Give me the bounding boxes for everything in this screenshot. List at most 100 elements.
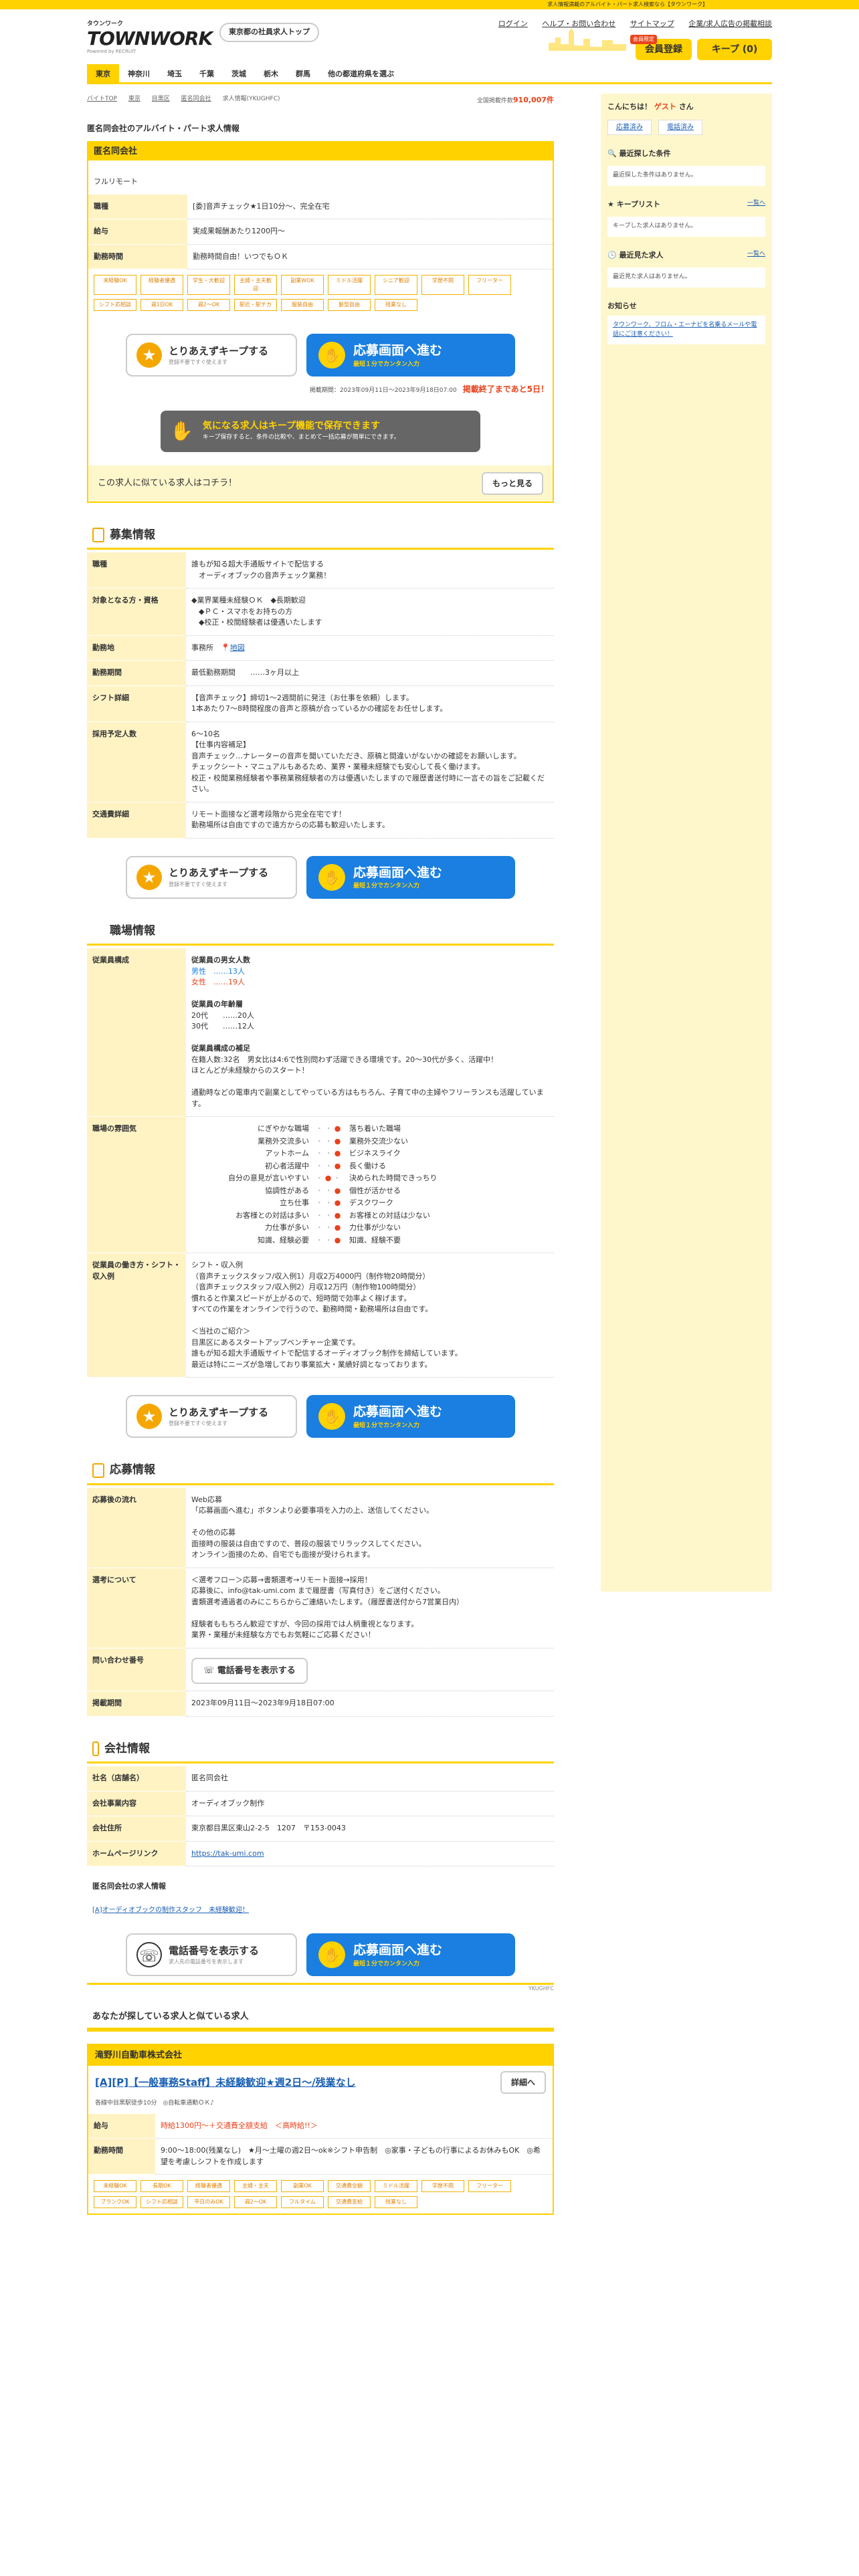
recent-jobs-empty: 最近見た求人はありません。 <box>607 267 765 288</box>
help-link[interactable]: ヘルプ・お問い合わせ <box>542 19 615 28</box>
mood-dots: ・・● <box>315 1124 343 1133</box>
map-link[interactable]: 地図 <box>230 643 245 652</box>
notice-link[interactable]: タウンワーク、フロム・エーナビを名乗るメールや電話にご注意ください！ <box>613 322 757 338</box>
star-icon: ★ <box>136 342 162 368</box>
feature-tag: 週2〜OK <box>234 2196 277 2208</box>
feature-tag: 学歴不問 <box>421 275 464 295</box>
feature-tag: 週2〜OK <box>187 299 230 311</box>
feature-tag: 平日のみOK <box>187 2196 230 2208</box>
job-code: YKUGHFC <box>87 1983 554 1993</box>
skyline-illustration <box>549 28 626 51</box>
breadcrumb: バイトTOP 東京 目黒区 匿名同会社 求人情報(YKUGHFC) 全国掲載件数… <box>87 95 554 106</box>
nav-tochigi[interactable]: 栃木 <box>255 64 287 82</box>
nav-ibaraki[interactable]: 茨城 <box>223 64 255 82</box>
site-header: タウンワーク TOWNWORK Powered by RECRUIT 東京都の社… <box>87 9 772 60</box>
header-links: ログイン ヘルプ・お問い合わせ サイトマップ 企業/求人広告の掲載相談 <box>486 19 772 30</box>
detail-button[interactable]: 詳細へ <box>500 2071 546 2094</box>
feature-tag: 主婦・主夫歓迎 <box>234 275 277 295</box>
feature-tag: 学歴不問 <box>421 2180 464 2192</box>
mood-right: 長く働ける <box>349 1161 386 1170</box>
related-tags: 未経験OK 長期OK 経験者優遇 主婦・主夫 副業OK 交通費全額 ミドル活躍 学歴不問 フリー… <box>88 2175 553 2214</box>
keep-job-button[interactable]: ★ とりあえずキープする 登録不要ですぐ使えます <box>126 1395 297 1438</box>
company-section-title: 会社情報 <box>87 1729 554 1763</box>
mood-dots: ・・● <box>315 1149 343 1158</box>
called-button[interactable]: 電話済み <box>658 119 702 135</box>
feature-tag: 副業WOK <box>281 275 324 295</box>
crumb-company[interactable]: 匿名同会社 <box>181 96 211 102</box>
mood-right: 落ち着いた職場 <box>349 1124 401 1133</box>
feature-tag: 交通費全額 <box>328 2180 371 2192</box>
show-phone-button[interactable]: ☏ 電話番号を表示する 求人先の電話番号を表示します <box>126 1933 297 1976</box>
show-phone-button[interactable]: ☏ 電話番号を表示する <box>191 1657 308 1684</box>
action-buttons-2: ★ とりあえずキープする 登録不要ですぐ使えます ✋ 応募画面へ進む 最短１分でカンタン… <box>87 855 554 899</box>
prefecture-nav: 東京 神奈川 埼玉 千葉 茨城 栃木 群馬 他の都道府県を選ぶ <box>87 64 772 84</box>
related-company: 滝野川自動車株式会社 <box>88 2044 553 2066</box>
company-table: 社名（店舗名） 匿名同会社 会社事業内容 オーディオブック制作 会社住所 東京都目黒区… <box>87 1766 554 1866</box>
login-link[interactable]: ログイン <box>498 19 528 28</box>
feature-tag: 未経験OK <box>94 275 136 295</box>
total-count: 全国掲載件数910,007件 <box>476 96 554 104</box>
recent-jobs-view-all[interactable]: 一覧へ <box>747 250 765 261</box>
related-job-link[interactable]: [A][P]【一般事務Staff】未経験歓迎★週2日〜/残業なし <box>95 2075 356 2090</box>
workplace-table: 従業員構成 従業員の男女人数 男性 ……13人 女性 ……19人 従業員の年齢層… <box>87 948 554 1378</box>
nav-saitama[interactable]: 埼玉 <box>159 64 191 82</box>
members-only-badge: 会員限定 <box>630 35 657 44</box>
feature-tag: フリーター <box>468 2180 511 2192</box>
mood-left: 協調性がある <box>265 1186 309 1195</box>
mood-left: にぎやかな職場 <box>258 1124 309 1133</box>
keep-list-view-all[interactable]: 一覧へ <box>747 199 765 211</box>
feature-tag: 未経験OK <box>94 2180 136 2192</box>
bookmark-icon <box>92 1741 99 1757</box>
feature-tag: ミドル活躍 <box>328 275 371 295</box>
apply-button[interactable]: ✋ 応募画面へ進む 最短１分でカンタン入力 <box>306 334 515 377</box>
apply-button[interactable]: ✋ 応募画面へ進む 最短１分でカンタン入力 <box>306 1933 515 1976</box>
crumb-current: 求人情報(YKUGHFC) <box>222 96 280 102</box>
crumb-tokyo[interactable]: 東京 <box>128 96 140 102</box>
mood-dots: ・・● <box>315 1235 343 1245</box>
townwork-logo[interactable]: タウンワーク TOWNWORK Powered by RECRUIT <box>87 20 213 55</box>
feature-tag: 交通費支給 <box>328 2196 371 2208</box>
nav-gunma[interactable]: 群馬 <box>287 64 319 82</box>
more-button[interactable]: もっと見る <box>481 471 543 495</box>
nav-chiba[interactable]: 千葉 <box>191 64 223 82</box>
crumb-meguro[interactable]: 目黒区 <box>152 96 170 102</box>
mood-left: 業務外交流多い <box>258 1136 309 1146</box>
nav-tokyo[interactable]: 東京 <box>87 64 119 82</box>
homepage-link[interactable]: https://tak-umi.com <box>191 1849 264 1858</box>
mood-dots: ・・● <box>315 1198 343 1207</box>
mood-dots: ・・● <box>315 1136 343 1146</box>
recruit-table: 職種 誰もが知る超大手通販サイトで配信する オーディオブックの音声チェック業務！ … <box>87 552 554 839</box>
apply-button[interactable]: ✋ 応募画面へ進む 最短１分でカンタン入力 <box>306 855 515 899</box>
related-access: 各線中目黒駅徒歩10分 ◎自転車通勤ＯＫ♪ <box>95 2100 215 2107</box>
applied-button[interactable]: 応募済み <box>607 119 652 135</box>
related-table: 給与 時給1300円〜＋交通費全額支給 ＜高時給!!＞ 勤務時間 9:00〜18:0… <box>88 2113 553 2175</box>
keep-job-button[interactable]: ★ とりあえずキープする 登録不要ですぐ使えます <box>126 855 297 899</box>
nav-kanagawa[interactable]: 神奈川 <box>119 64 159 82</box>
feature-tag: 週1日OK <box>140 299 183 311</box>
mood-left: 初心者活躍中 <box>265 1161 309 1170</box>
summary-table: 職種 [委]音声チェック★1日10分〜、完全在宅 給与 実成果報酬あたり1200円〜… <box>88 194 553 270</box>
recent-jobs-title: 🕓 最近見た求人 一覧へ <box>607 250 765 261</box>
pencil-icon <box>92 1463 104 1478</box>
job-summary-card: 匿名同会社 フルリモート 職種 [委]音声チェック★1日10分〜、完全在宅 給与実… <box>87 140 554 503</box>
keep-button[interactable]: キープ (0) <box>697 39 772 60</box>
hand-icon: ✋ <box>318 863 345 891</box>
feature-tag: 学生・大歓迎 <box>187 275 230 295</box>
workplace-section-title: 職場情報 <box>87 911 554 946</box>
feature-tag: フリーター <box>468 275 511 295</box>
action-buttons-3: ★ とりあえずキープする 登録不要ですぐ使えます ✋ 応募画面へ進む 最短１分でカンタン… <box>87 1395 554 1438</box>
advertise-link[interactable]: 企業/求人広告の掲載相談 <box>688 19 772 28</box>
company-name: 匿名同会社 <box>88 142 553 160</box>
mood-dots: ・・● <box>315 1161 343 1170</box>
company-job-link[interactable]: [A]オーディオブックの制作スタッフ 未経験歓迎！ <box>92 1907 249 1914</box>
recent-conditions-empty: 最近探した条件はありません。 <box>607 166 765 186</box>
sitemap-link[interactable]: サイトマップ <box>630 19 674 28</box>
apply-button[interactable]: ✋ 応募画面へ進む 最短１分でカンタン入力 <box>306 1395 515 1438</box>
crumb-top[interactable]: バイトTOP <box>87 96 117 102</box>
region-top-button[interactable]: 東京都の社員求人トップ <box>219 23 319 42</box>
mood-left: 力仕事が多い <box>265 1223 309 1232</box>
notice-title: お知らせ <box>607 301 637 310</box>
nav-other[interactable]: 他の都道府県を選ぶ <box>319 64 403 82</box>
keep-job-button[interactable]: ★ とりあえずキープする 登録不要ですぐ使えます <box>126 334 297 377</box>
feature-tag: 服装自由 <box>281 299 324 311</box>
